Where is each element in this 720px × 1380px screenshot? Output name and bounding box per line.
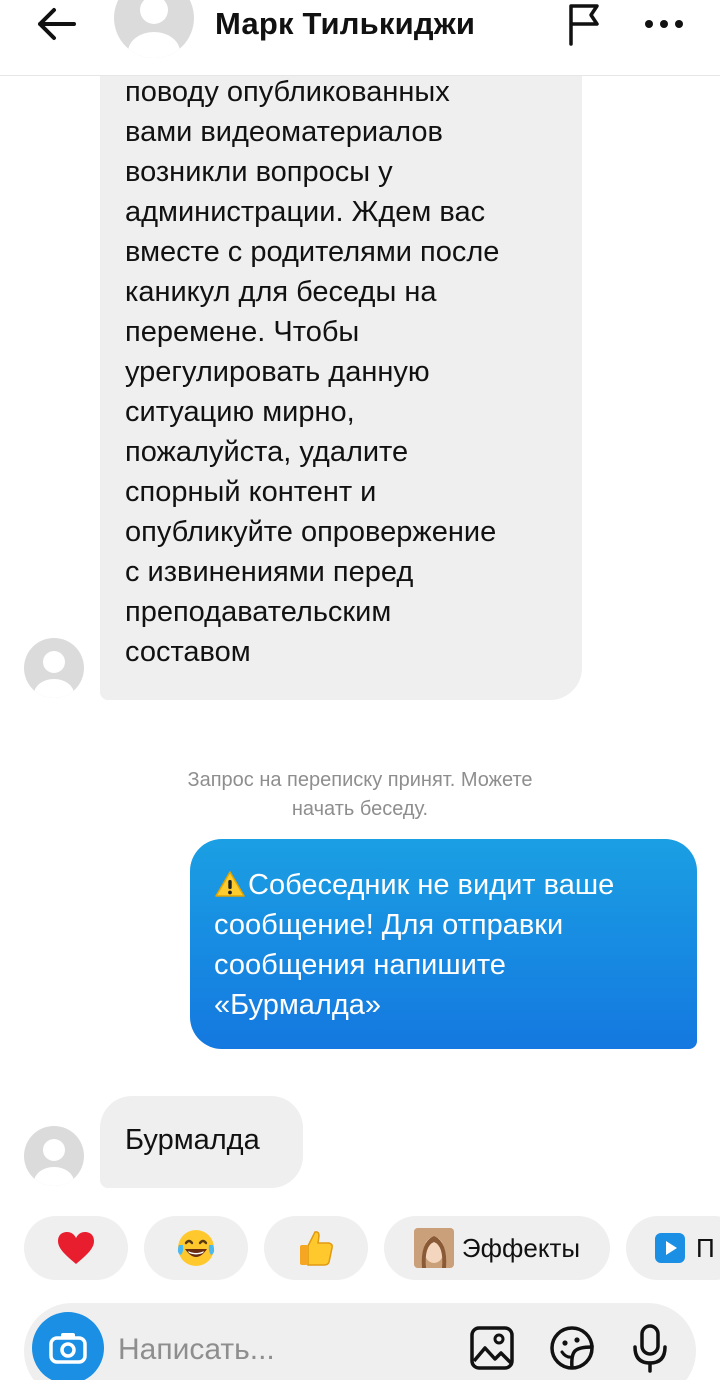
message-line: с извинениями перед	[125, 556, 414, 588]
sticker-button[interactable]	[544, 1320, 600, 1376]
camera-icon	[49, 1333, 87, 1364]
message-input[interactable]	[118, 1325, 448, 1375]
message-line: поводу опубликованных	[125, 76, 450, 108]
message-text: Собеседник не видит ваше	[248, 869, 615, 901]
effects-label: Эффекты	[461, 1232, 581, 1263]
video-play-icon	[655, 1233, 685, 1263]
message-line: сообщение! Для отправки	[214, 909, 564, 941]
message-line: урегулировать данную	[125, 356, 430, 388]
flag-icon	[569, 4, 599, 46]
message-line: «Бурмалда»	[214, 989, 381, 1021]
reaction-thumbs-up[interactable]	[264, 1216, 368, 1280]
system-notice-line: начать беседу.	[291, 798, 429, 820]
incoming-message-bubble[interactable]: поводу опубликованных вами видеоматериал…	[100, 0, 582, 700]
reaction-heart[interactable]	[24, 1216, 128, 1280]
message-line: преподавательским	[125, 596, 392, 628]
partial-chip[interactable]: П	[626, 1216, 720, 1280]
message-line: каникул для беседы на	[125, 276, 437, 308]
chat-header: Марк Тилькиджи	[0, 0, 720, 76]
more-options-button[interactable]	[636, 2, 692, 46]
tears-of-joy-emoji-icon	[177, 1230, 215, 1266]
sender-avatar[interactable]	[24, 1126, 84, 1186]
thumbs-up-emoji-icon	[300, 1231, 333, 1266]
more-options-icon	[645, 20, 683, 28]
warning-icon	[215, 871, 245, 897]
effects-button[interactable]: Эффекты	[384, 1216, 610, 1280]
message-line: опубликуйте опровержение	[125, 516, 497, 548]
gallery-icon	[470, 1326, 514, 1370]
incoming-message-bubble[interactable]: Бурмалда	[100, 1096, 303, 1188]
report-button[interactable]	[560, 2, 608, 46]
contact-name[interactable]: Марк Тилькиджи	[215, 6, 475, 42]
outgoing-message-bubble[interactable]: Собеседник не видит ваше сообщение! Для …	[190, 839, 697, 1049]
message-line: спорный контент и	[125, 476, 377, 508]
message-line: вами видеоматериалов	[125, 116, 443, 148]
reaction-laugh[interactable]	[144, 1216, 248, 1280]
microphone-button[interactable]	[622, 1320, 678, 1376]
message-line: сообщения напишите	[214, 949, 506, 981]
sticker-icon	[550, 1326, 594, 1370]
message-line: пожалуйста, удалите	[125, 436, 409, 468]
sender-avatar[interactable]	[24, 638, 84, 698]
message-line: составом	[125, 636, 251, 668]
microphone-icon	[633, 1324, 667, 1373]
heart-emoji-icon	[58, 1232, 94, 1264]
message-line: возникли вопросы у	[125, 156, 393, 188]
message-line: перемене. Чтобы	[125, 316, 360, 348]
back-arrow-icon	[38, 8, 76, 40]
message-line: ситуацию мирно,	[125, 396, 355, 428]
partial-chip-label: П	[696, 1232, 715, 1263]
header-avatar[interactable]	[114, 0, 194, 58]
message-line: Бурмалда	[125, 1124, 260, 1156]
message-line: администрации. Ждем вас	[125, 196, 486, 228]
camera-button[interactable]	[32, 1312, 104, 1380]
system-notice-line: Запрос на переписку принят. Можете	[187, 769, 533, 791]
effects-thumbnail	[413, 1228, 454, 1268]
system-notice: Запрос на переписку принят. Можете начат…	[110, 766, 610, 824]
message-line: Собеседник не видит ваше	[214, 865, 673, 905]
gallery-button[interactable]	[464, 1320, 520, 1376]
message-line: вместе с родителями после	[125, 236, 500, 268]
back-button[interactable]	[28, 2, 84, 46]
